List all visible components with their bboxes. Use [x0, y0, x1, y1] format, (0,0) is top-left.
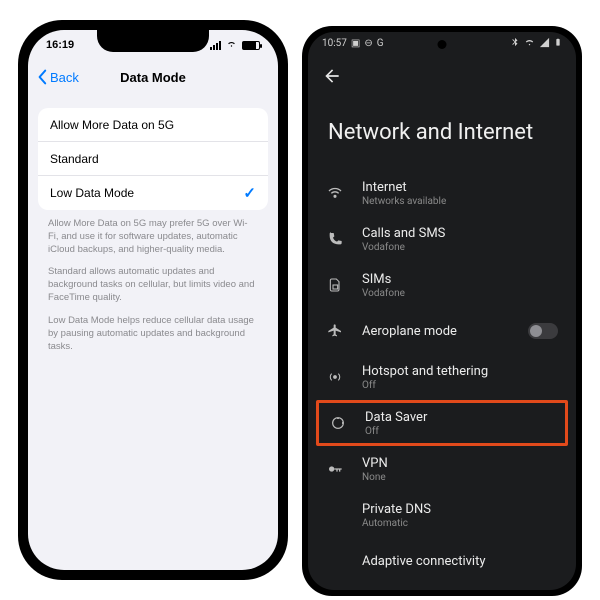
option-label: Standard [50, 152, 99, 166]
description-p1: Allow More Data on 5G may prefer 5G over… [48, 218, 258, 256]
description-p3: Low Data Mode helps reduce cellular data… [48, 315, 258, 353]
wifi-icon [225, 39, 238, 52]
data-saver-icon [327, 415, 349, 431]
data-mode-options-list: Allow More Data on 5G Standard Low Data … [38, 108, 268, 210]
item-label: VPN [362, 456, 558, 471]
item-subtitle: None [362, 472, 558, 483]
settings-item-hotspot[interactable]: Hotspot and tethering Off [308, 354, 576, 400]
vpn-key-icon [324, 461, 346, 477]
cellular-signal-icon [539, 37, 550, 51]
item-label: Aeroplane mode [362, 324, 512, 339]
option-label: Allow More Data on 5G [50, 118, 174, 132]
ios-screen: 16:19 Back Data Mode Allow Mo [28, 30, 278, 570]
settings-item-calls-sms[interactable]: Calls and SMS Vodafone [308, 216, 576, 262]
settings-item-aeroplane-mode[interactable]: Aeroplane mode [308, 308, 576, 354]
do-not-disturb-icon: ⊖ [364, 38, 372, 49]
item-label: Private DNS [362, 502, 558, 517]
option-low-data-mode[interactable]: Low Data Mode ✓ [38, 176, 268, 210]
description-p2: Standard allows automatic updates and ba… [48, 266, 258, 304]
chevron-left-icon [36, 69, 48, 85]
page-title: Network and Internet [328, 120, 533, 145]
item-subtitle: Off [365, 426, 555, 437]
wifi-icon [524, 37, 535, 51]
item-subtitle: Networks available [362, 196, 558, 207]
options-description: Allow More Data on 5G may prefer 5G over… [48, 218, 258, 363]
battery-icon [554, 36, 562, 51]
android-status-time: 10:57 [322, 38, 347, 49]
settings-list: Internet Networks available Calls and SM… [308, 170, 576, 590]
item-subtitle: Automatic [362, 518, 558, 529]
iphone-notch [97, 30, 209, 52]
settings-item-sims[interactable]: SIMs Vodafone [308, 262, 576, 308]
screenshot-icon: ▣ [351, 38, 360, 49]
back-label: Back [50, 70, 79, 85]
item-subtitle: Off [362, 380, 558, 391]
wifi-icon [324, 185, 346, 201]
option-standard[interactable]: Standard [38, 142, 268, 176]
label-g: G [377, 38, 384, 49]
settings-item-adaptive-connectivity[interactable]: Adaptive connectivity [308, 538, 576, 584]
cellular-signal-icon [210, 41, 221, 50]
android-camera-punchhole [438, 40, 447, 49]
item-subtitle: Vodafone [362, 288, 558, 299]
item-label: Internet [362, 180, 558, 195]
hotspot-icon [324, 369, 346, 385]
ios-status-time: 16:19 [46, 39, 74, 51]
android-screen: 10:57 ▣ ⊖ G [308, 32, 576, 590]
back-button[interactable]: Back [36, 60, 79, 94]
item-label: Adaptive connectivity [362, 554, 558, 569]
item-label: SIMs [362, 272, 558, 287]
checkmark-icon: ✓ [243, 184, 256, 202]
item-label: Data Saver [365, 410, 555, 425]
android-device-frame: 10:57 ▣ ⊖ G [302, 26, 582, 596]
battery-icon [242, 41, 260, 50]
phone-message-icon [324, 231, 346, 247]
back-button[interactable] [322, 66, 342, 90]
item-subtitle: Vodafone [362, 242, 558, 253]
arrow-left-icon [322, 66, 342, 86]
item-label: Calls and SMS [362, 226, 558, 241]
page-title: Data Mode [120, 70, 186, 85]
settings-item-private-dns[interactable]: Private DNS Automatic [308, 492, 576, 538]
airplane-icon [324, 323, 346, 339]
settings-item-internet[interactable]: Internet Networks available [308, 170, 576, 216]
item-label: Hotspot and tethering [362, 364, 558, 379]
ios-navigation-bar: Back Data Mode [28, 60, 278, 94]
settings-item-data-saver[interactable]: Data Saver Off [316, 400, 568, 446]
iphone-device-frame: 16:19 Back Data Mode Allow Mo [18, 20, 288, 580]
bluetooth-icon [510, 37, 520, 50]
option-allow-more-data-5g[interactable]: Allow More Data on 5G [38, 108, 268, 142]
option-label: Low Data Mode [50, 186, 134, 200]
aeroplane-mode-toggle[interactable] [528, 323, 558, 339]
settings-item-vpn[interactable]: VPN None [308, 446, 576, 492]
sim-card-icon [324, 277, 346, 293]
